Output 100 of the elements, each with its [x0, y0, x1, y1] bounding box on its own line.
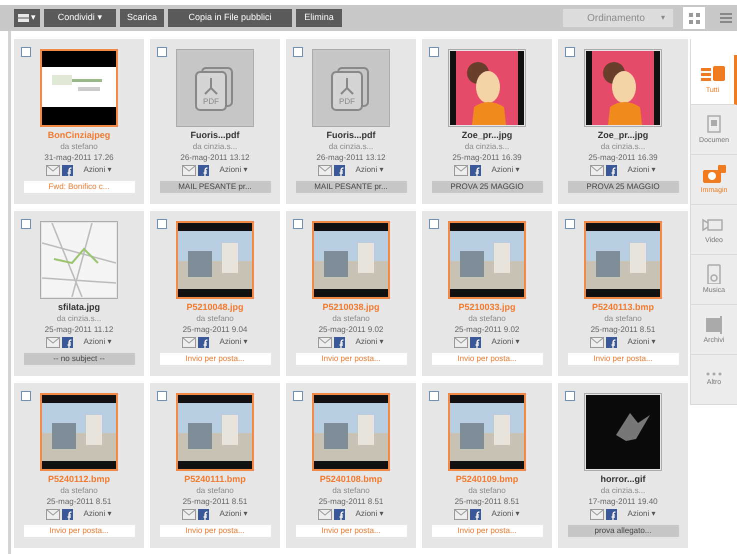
date-text: 25-mag-2011 16.39 [588, 152, 658, 163]
actions-dropdown[interactable]: Azioni ▾ [355, 336, 384, 348]
checkbox[interactable] [429, 391, 439, 401]
file-card[interactable]: P5210033.jpg da stefano 25-mag-2011 9.02 Azioni ▾ Invio per posta... [422, 211, 552, 376]
subject-label: -- no subject -- [24, 353, 134, 365]
facebook-icon [470, 336, 482, 348]
subject-label: Fwd: Bonifico c... [24, 181, 134, 193]
file-card[interactable]: P5240108.bmp da stefano 25-mag-2011 8.51 Azioni ▾ Invio per posta... [286, 383, 416, 548]
file-card[interactable]: BonCinziajpeg da stefano 31-mag-2011 17.26 Azioni ▾ Fwd: Bonifico c... [14, 39, 144, 204]
actions-dropdown[interactable]: Azioni ▾ [83, 164, 112, 176]
facebook-icon [606, 164, 618, 176]
actions-dropdown[interactable]: Azioni ▾ [627, 336, 656, 348]
checkbox[interactable] [565, 391, 575, 401]
checkbox[interactable] [565, 47, 575, 57]
file-card[interactable]: P5240111.bmp da stefano 25-mag-2011 8.51 Azioni ▾ Invio per posta... [150, 383, 280, 548]
facebook-icon [470, 508, 482, 520]
sender-text: da stefano [332, 313, 370, 324]
checkbox[interactable] [293, 219, 303, 229]
toolbar-button[interactable]: Elimina [296, 9, 342, 27]
grid-view-icon [688, 12, 700, 24]
actions-dropdown[interactable]: Azioni ▾ [219, 336, 248, 348]
date-text: 25-mag-2011 8.51 [318, 496, 384, 507]
view-toggle[interactable] [683, 7, 705, 29]
sender-text: da stefano [60, 485, 98, 496]
date-text: 25-mag-2011 9.04 [182, 324, 248, 335]
actions-dropdown[interactable]: Azioni ▾ [355, 164, 384, 176]
actions-dropdown[interactable]: Azioni ▾ [83, 508, 112, 520]
actions-dropdown[interactable]: Azioni ▾ [627, 508, 656, 520]
sender-text: da stefano [468, 485, 506, 496]
toolbar-button[interactable]: Condividi ▾ [44, 9, 116, 27]
subject-label: Invio per posta... [296, 353, 406, 365]
mail-icon [182, 164, 196, 176]
actions-dropdown[interactable]: Azioni ▾ [219, 164, 248, 176]
actions-dropdown[interactable]: Azioni ▾ [83, 336, 112, 348]
subject-label: Invio per posta... [160, 525, 270, 537]
subject-label: MAIL PESANTE pr... [296, 181, 406, 193]
actions-dropdown[interactable]: Azioni ▾ [491, 164, 520, 176]
file-name[interactable]: Zoe_pr...jpg [462, 130, 512, 141]
actions-dropdown[interactable]: Azioni ▾ [355, 508, 384, 520]
file-card[interactable]: PDF Fuoris...pdf da cinzia.s... 26-mag-2011 13.12 Azioni ▾ MAIL PESANTE pr... [286, 39, 416, 204]
file-card[interactable]: P5240109.bmp da stefano 25-mag-2011 8.51 Azioni ▾ Invio per posta... [422, 383, 552, 548]
checkbox[interactable] [565, 219, 575, 229]
file-card[interactable]: Zoe_pr...jpg da cinzia.s... 25-mag-2011 16.39 Azioni ▾ PROVA 25 MAGGIO [422, 39, 552, 204]
file-card[interactable]: P5240113.bmp da stefano 25-mag-2011 8.51 Azioni ▾ Invio per posta... [558, 211, 688, 376]
date-text: 31-mag-2011 17.26 [44, 152, 114, 163]
file-name[interactable]: Zoe_pr...jpg [598, 130, 648, 141]
subject-label: PROVA 25 MAGGIO [432, 181, 542, 193]
mail-icon [46, 164, 60, 176]
file-card[interactable]: sfilata.jpg da cinzia.s... 25-mag-2011 11.12 Azioni ▾ -- no subject -- [14, 211, 144, 376]
actions-dropdown[interactable]: Azioni ▾ [491, 508, 520, 520]
date-text: 26-mag-2011 13.12 [316, 152, 386, 163]
checkbox[interactable] [429, 47, 439, 57]
file-name[interactable]: horror...gif [600, 474, 646, 485]
checkbox[interactable] [21, 391, 31, 401]
actions-dropdown[interactable]: Azioni ▾ [219, 508, 248, 520]
sender-text: da stefano [60, 141, 98, 152]
checkbox[interactable] [157, 391, 167, 401]
facebook-icon [62, 336, 74, 348]
checkbox[interactable] [157, 47, 167, 57]
checkbox[interactable] [429, 219, 439, 229]
subject-label: Invio per posta... [160, 353, 270, 365]
actions-dropdown[interactable]: Azioni ▾ [627, 164, 656, 176]
toolbar-button[interactable]: Scarica [120, 9, 164, 27]
file-card[interactable]: PDF Fuoris...pdf da cinzia.s... 26-mag-2011 13.12 Azioni ▾ MAIL PESANTE pr... [150, 39, 280, 204]
file-card[interactable]: horror...gif da cinzia.s... 17-mag-2011 19.40 Azioni ▾ prova allegato... [558, 383, 688, 548]
sender-text: da cinzia.s... [328, 141, 374, 152]
checkbox[interactable] [21, 47, 31, 57]
subject-label: MAIL PESANTE pr... [160, 181, 270, 193]
mail-icon [454, 336, 468, 348]
toolbar-button[interactable]: Copia in File pubblici [168, 9, 292, 27]
view-menu-button[interactable]: ▾ [14, 9, 40, 27]
checkbox[interactable] [293, 391, 303, 401]
sender-text: da stefano [468, 313, 506, 324]
mail-icon [318, 336, 332, 348]
grid-icon [18, 14, 29, 22]
file-name[interactable]: sfilata.jpg [58, 302, 100, 313]
facebook-icon [334, 164, 346, 176]
checkbox[interactable] [293, 47, 303, 57]
sender-text: da cinzia.s... [600, 485, 646, 496]
subject-label: PROVA 25 MAGGIO [568, 181, 678, 193]
file-card[interactable]: P5210048.jpg da stefano 25-mag-2011 9.04 Azioni ▾ Invio per posta... [150, 211, 280, 376]
mail-icon [318, 508, 332, 520]
sender-text: da cinzia.s... [56, 313, 102, 324]
actions-dropdown[interactable]: Azioni ▾ [491, 336, 520, 348]
mail-icon [46, 508, 60, 520]
file-name[interactable]: Fuoris...pdf [326, 130, 376, 141]
file-card[interactable]: Zoe_pr...jpg da cinzia.s... 25-mag-2011 16.39 Azioni ▾ PROVA 25 MAGGIO [558, 39, 688, 204]
images-icon [702, 164, 726, 184]
date-text: 17-mag-2011 19.40 [588, 496, 658, 507]
mail-icon [454, 164, 468, 176]
file-card[interactable]: P5210038.jpg da stefano 25-mag-2011 9.02 Azioni ▾ Invio per posta... [286, 211, 416, 376]
file-name[interactable]: Fuoris...pdf [190, 130, 240, 141]
file-card[interactable]: P5240112.bmp da stefano 25-mag-2011 8.51 Azioni ▾ Invio per posta... [14, 383, 144, 548]
mail-icon [590, 336, 604, 348]
checkbox[interactable] [157, 219, 167, 229]
sender-text: da stefano [196, 313, 234, 324]
facebook-icon [62, 164, 74, 176]
checkbox[interactable] [21, 219, 31, 229]
date-text: 25-mag-2011 8.51 [454, 496, 520, 507]
subject-label: Invio per posta... [432, 525, 542, 537]
